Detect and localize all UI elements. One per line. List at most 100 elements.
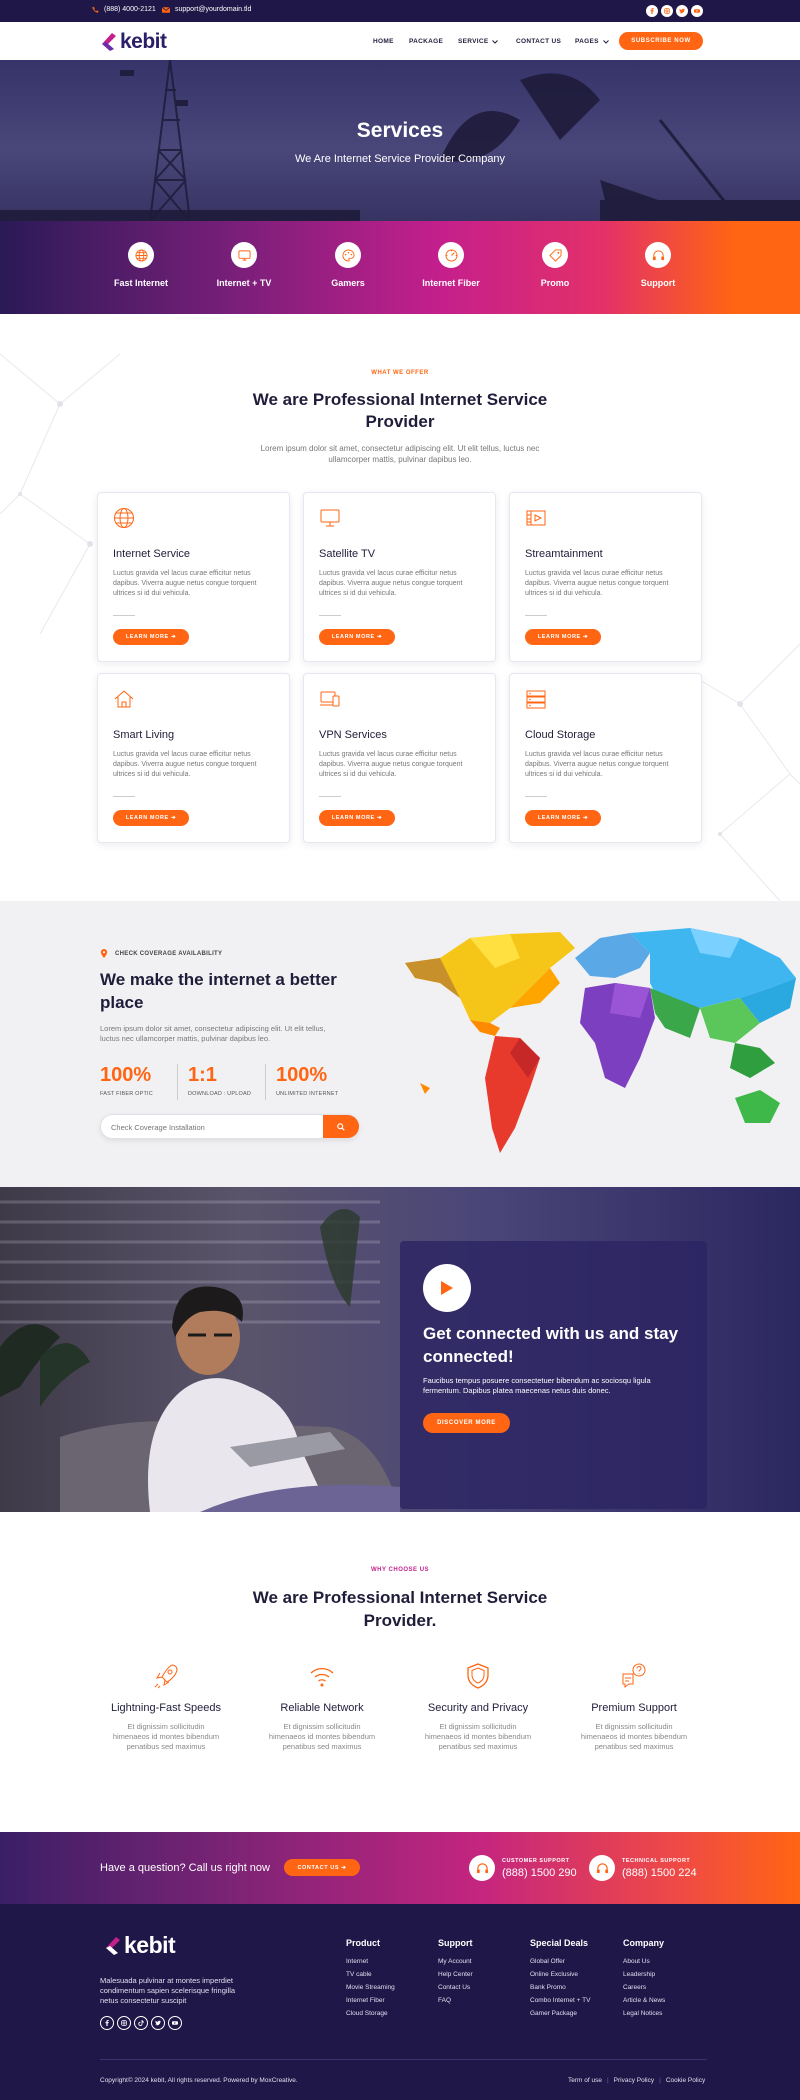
footer-link[interactable]: Cloud Storage <box>346 2007 395 2020</box>
headset-icon <box>596 1862 608 1873</box>
learn-more-button[interactable]: LEARN MORE ➔ <box>525 629 601 645</box>
footer-legal-link[interactable]: Cookie Policy <box>666 2077 705 2084</box>
arrow-right-icon: ➔ <box>376 634 383 640</box>
nav-home[interactable]: HOME <box>373 38 394 45</box>
learn-more-button[interactable]: LEARN MORE ➔ <box>113 629 189 645</box>
stat-ratio: 1:1 DOWNLOAD : UPLOAD <box>188 1064 251 1097</box>
footer-link[interactable]: Internet Fiber <box>346 1994 395 2007</box>
stat-value: 1:1 <box>188 1064 217 1086</box>
card-divider <box>525 796 547 797</box>
brand-logo[interactable]: kebit <box>100 30 167 54</box>
discover-more-button[interactable]: DISCOVER MORE <box>423 1413 510 1433</box>
footer-link[interactable]: Leadership <box>623 1968 665 1981</box>
footer-legal-link[interactable]: Term of use <box>568 2077 602 2084</box>
footer-link[interactable]: Help Center <box>438 1968 473 1981</box>
service-card-vpn[interactable]: VPN Services Luctus gravida vel lacus cu… <box>303 673 496 843</box>
technical-support-label: TECHNICAL SUPPORT <box>622 1858 691 1864</box>
feature-gamers[interactable]: Gamers <box>293 221 403 288</box>
footer-logo[interactable]: kebit <box>104 1932 176 1959</box>
footer-link[interactable]: Careers <box>623 1981 665 1994</box>
footer-link[interactable]: About Us <box>623 1955 665 1968</box>
service-card-streamtainment[interactable]: Streamtainment Luctus gravida vel lacus … <box>509 492 702 662</box>
service-card-internet[interactable]: Internet Service Luctus gravida vel lacu… <box>97 492 290 662</box>
footer-link[interactable]: Global Offer <box>530 1955 590 1968</box>
facebook-icon[interactable] <box>646 5 658 17</box>
footer-link[interactable]: Contact Us <box>438 1981 473 1994</box>
arrow-right-icon: ➔ <box>376 815 383 821</box>
nav-package[interactable]: PACKAGE <box>409 38 443 45</box>
card-divider <box>113 615 135 616</box>
footer-link[interactable]: Combo Internet + TV <box>530 1994 590 2007</box>
service-card-smart-living[interactable]: Smart Living Luctus gravida vel lacus cu… <box>97 673 290 843</box>
feature-label: Internet + TV <box>216 278 272 288</box>
feature-internet-fiber[interactable]: Internet Fiber <box>396 221 506 288</box>
why-title-line2: Provider. <box>363 1611 437 1630</box>
stat-unlimited: 100% UNLIMITED INTERNET <box>276 1064 338 1097</box>
feature-promo[interactable]: Promo <box>500 221 610 288</box>
twitter-icon[interactable] <box>676 5 688 17</box>
why-desc-line: Et dignissim sollicitudin <box>595 1722 673 1731</box>
subscribe-button[interactable]: SUBSCRIBE NOW <box>619 32 703 50</box>
arrow-right-icon: ➔ <box>582 634 589 640</box>
youtube-icon[interactable] <box>168 2016 182 2030</box>
coverage-search-input[interactable] <box>111 1119 311 1135</box>
topbar-phone[interactable]: (888) 4000-2121 <box>92 6 156 13</box>
card-divider <box>113 796 135 797</box>
card-divider <box>319 615 341 616</box>
learn-more-button[interactable]: LEARN MORE ➔ <box>113 810 189 826</box>
why-title: Reliable Network <box>280 1702 364 1714</box>
footer-link[interactable]: Online Exclusive <box>530 1968 590 1981</box>
twitter-icon[interactable] <box>151 2016 165 2030</box>
feature-label: Internet Fiber <box>422 278 480 288</box>
footer-link[interactable]: TV cable <box>346 1968 395 1981</box>
tiktok-icon[interactable] <box>134 2016 148 2030</box>
service-card-satellite[interactable]: Satellite TV Luctus gravida vel lacus cu… <box>303 492 496 662</box>
footer-link[interactable]: Article & News <box>623 1994 665 2007</box>
why-desc-line: Et dignissim sollicitudin <box>283 1722 361 1731</box>
footer-link[interactable]: Internet <box>346 1955 395 1968</box>
footer-links: About Us Leadership Careers Article & Ne… <box>623 1955 665 2020</box>
server-icon <box>526 690 546 709</box>
footer-legal-link[interactable]: Privacy Policy <box>614 2077 654 2084</box>
cta-question: Have a question? Call us right now <box>100 1862 270 1874</box>
logo-mark-icon <box>106 1936 120 1955</box>
footer-link[interactable]: FAQ <box>438 1994 473 2007</box>
technical-support-badge <box>589 1855 615 1881</box>
footer-link[interactable]: My Account <box>438 1955 473 1968</box>
why-desc-line: penatibus sed maximus <box>126 1742 206 1751</box>
learn-more-button[interactable]: LEARN MORE ➔ <box>319 629 395 645</box>
facebook-icon[interactable] <box>100 2016 114 2030</box>
footer-link[interactable]: Legal Notices <box>623 2007 665 2020</box>
youtube-icon[interactable] <box>691 5 703 17</box>
stat-value: 100% <box>100 1064 152 1086</box>
learn-more-label: LEARN MORE <box>331 634 375 640</box>
play-button[interactable] <box>423 1264 471 1312</box>
footer-link[interactable]: Bank Promo <box>530 1981 590 1994</box>
nav-pages[interactable]: PAGES <box>575 38 599 45</box>
topbar-email[interactable]: support@yourdomain.tld <box>162 6 251 13</box>
contact-us-button[interactable]: CONTACT US ➔ <box>284 1859 360 1876</box>
why-desc-line: Et dignissim sollicitudin <box>127 1722 205 1731</box>
instagram-icon[interactable] <box>117 2016 131 2030</box>
feature-fast-internet[interactable]: Fast Internet <box>86 221 196 288</box>
wifi-icon <box>310 1667 334 1687</box>
instagram-icon[interactable] <box>661 5 673 17</box>
nav-service[interactable]: SERVICE <box>458 38 489 45</box>
feature-internet-tv[interactable]: Internet + TV <box>189 221 299 288</box>
card-title: Internet Service <box>113 548 191 560</box>
feature-support[interactable]: Support <box>603 221 713 288</box>
learn-more-button[interactable]: LEARN MORE ➔ <box>319 810 395 826</box>
customer-support-phone[interactable]: (888) 1500 290 <box>502 1867 577 1879</box>
service-card-cloud-storage[interactable]: Cloud Storage Luctus gravida vel lacus c… <box>509 673 702 843</box>
footer-link[interactable]: Gamer Package <box>530 2007 590 2020</box>
devices-icon <box>320 691 340 707</box>
video-title-line1: Get connected with us and stay <box>423 1324 679 1343</box>
learn-more-button[interactable]: LEARN MORE ➔ <box>525 810 601 826</box>
search-button[interactable] <box>323 1115 359 1138</box>
footer-link[interactable]: Movie Streaming <box>346 1981 395 1994</box>
offer-title-line2: Provider <box>365 412 435 431</box>
nav-contact[interactable]: CONTACT US <box>516 38 561 45</box>
search-icon <box>337 1122 345 1131</box>
why-desc-line: himenaeos id montes bibendum <box>424 1732 532 1741</box>
technical-support-phone[interactable]: (888) 1500 224 <box>622 1867 697 1879</box>
